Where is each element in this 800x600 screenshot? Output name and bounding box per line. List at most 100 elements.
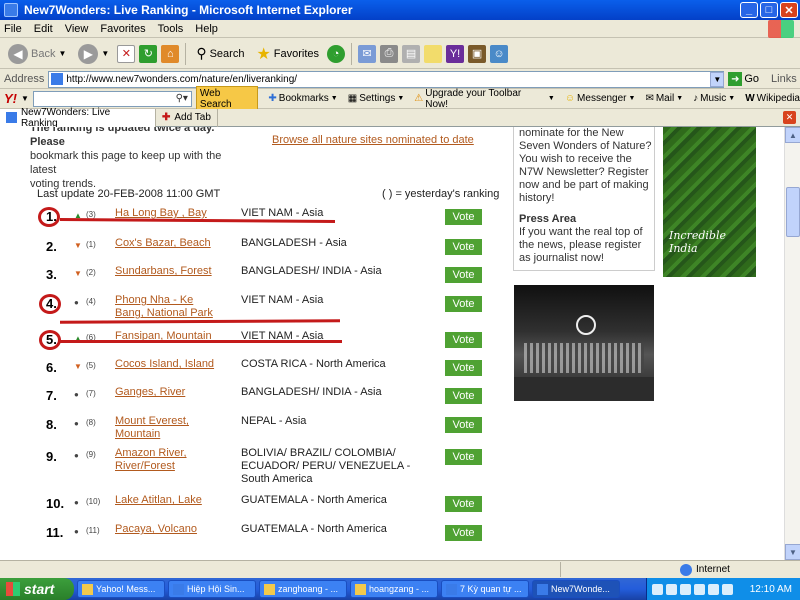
vote-button[interactable]: Vote <box>445 417 482 433</box>
menu-help[interactable]: Help <box>195 23 218 35</box>
settings-button[interactable]: ▦ Settings ▼ <box>348 93 405 104</box>
vote-button[interactable]: Vote <box>445 360 482 376</box>
vote-button[interactable]: Vote <box>445 267 482 283</box>
scroll-up-icon[interactable]: ▲ <box>785 127 800 143</box>
site-link[interactable]: Cox's Bazar, Beach <box>115 237 225 250</box>
mail-dropdown-icon: ▼ <box>676 95 684 102</box>
concert-photo[interactable] <box>514 285 654 401</box>
site-link[interactable]: Phong Nha - Ke Bang, National Park <box>115 294 225 320</box>
start-button[interactable]: start <box>0 578 74 600</box>
vote-button[interactable]: Vote <box>445 332 482 348</box>
history-icon[interactable]: ◔ <box>327 44 346 63</box>
rank-number: 7. <box>46 388 57 403</box>
bookmarks-button[interactable]: ✚ Bookmarks ▼ <box>268 93 337 104</box>
incredible-india-ad[interactable]: Incredible India <box>663 127 756 277</box>
scroll-down-icon[interactable]: ▼ <box>785 544 800 560</box>
favorites-button[interactable]: ★ Favorites <box>252 42 323 66</box>
scroll-thumb[interactable] <box>786 187 800 237</box>
vote-button[interactable]: Vote <box>445 239 482 255</box>
task-browser[interactable]: Hiệp Hội Sin... <box>168 580 256 598</box>
task-browser[interactable]: zanghoang - ... <box>259 580 347 598</box>
tray-icon[interactable] <box>666 583 677 595</box>
messenger-button[interactable]: ☺ Messenger ▼ <box>565 93 636 104</box>
task-browser[interactable]: 7 Kỳ quan tự ... <box>441 580 529 598</box>
vote-button[interactable]: Vote <box>445 496 482 512</box>
task-yahoo-messenger[interactable]: Yahoo! Mess... <box>77 580 165 598</box>
music-button[interactable]: ♪ Music ▼ <box>693 93 735 104</box>
vertical-scrollbar[interactable]: ▲ ▼ <box>784 127 800 560</box>
print-icon[interactable]: ⎙ <box>380 44 399 63</box>
mail-button[interactable]: ✉ Mail ▼ <box>645 93 683 104</box>
vote-button[interactable]: Vote <box>445 296 482 312</box>
mail-icon: ✉ <box>645 93 654 104</box>
edit-icon[interactable]: ▤ <box>402 44 421 63</box>
vote-button[interactable]: Vote <box>445 525 482 541</box>
upgrade-toolbar-button[interactable]: ⚠ Upgrade your Toolbar Now! ▼ <box>414 88 555 110</box>
yahoo-messenger-icon[interactable]: Y! <box>446 44 465 63</box>
vote-button[interactable]: Vote <box>445 388 482 404</box>
home-icon[interactable]: ⌂ <box>161 44 180 63</box>
site-link[interactable]: Cocos Island, Island <box>115 358 225 371</box>
refresh-icon[interactable]: ↻ <box>139 44 158 63</box>
wikipedia-button[interactable]: W Wikipedia <box>745 93 800 104</box>
task-label: hoangzang - ... <box>369 584 430 594</box>
tab-live-ranking[interactable]: New7Wonders: Live Ranking <box>0 107 156 129</box>
tray-icon[interactable] <box>680 583 691 595</box>
address-dropdown-icon[interactable]: ▼ <box>710 71 725 87</box>
browse-nature-sites-link[interactable]: Browse all nature sites nominated to dat… <box>272 134 474 146</box>
menu-tools[interactable]: Tools <box>158 23 184 35</box>
bookmarks-dropdown-icon: ▼ <box>330 95 338 102</box>
site-link[interactable]: Ganges, River <box>115 386 225 399</box>
tray-icon[interactable] <box>652 583 663 595</box>
tray-icon[interactable] <box>722 583 733 595</box>
maximize-button[interactable]: □ <box>760 2 778 18</box>
forward-dropdown-icon[interactable]: ▼ <box>101 49 109 58</box>
clock[interactable]: 12:10 AM <box>750 584 792 595</box>
tray-icon[interactable] <box>708 583 719 595</box>
yahoo-logo[interactable]: Y! <box>4 91 17 106</box>
tray-icon[interactable] <box>694 583 705 595</box>
task-new7wonders[interactable]: New7Wonde... <box>532 580 620 598</box>
site-link[interactable]: Sundarbans, Forest <box>115 265 225 278</box>
yahoo-search-input[interactable]: ⚲▾ <box>32 90 192 107</box>
address-input[interactable]: http://www.new7wonders.com/nature/en/liv… <box>48 70 725 88</box>
ad-caption: Incredible India <box>669 229 726 255</box>
yahoo-dropdown-icon[interactable]: ▼ <box>21 94 29 103</box>
messenger-icon[interactable]: ☺ <box>490 44 509 63</box>
search-button[interactable]: ⚲ Search <box>192 42 248 66</box>
menu-file[interactable]: File <box>4 23 22 35</box>
back-dropdown-icon[interactable]: ▼ <box>58 49 66 58</box>
discuss-icon[interactable] <box>424 44 443 63</box>
menu-edit[interactable]: Edit <box>34 23 53 35</box>
title-bar: New7Wonders: Live Ranking - Microsoft In… <box>0 0 800 20</box>
menu-favorites[interactable]: Favorites <box>100 23 145 35</box>
trend-same-icon: ● <box>74 298 79 307</box>
site-link[interactable]: Mount Everest, Mountain <box>115 415 225 441</box>
menu-view[interactable]: View <box>65 23 89 35</box>
add-tab-button[interactable]: ✚ Add Tab <box>156 108 218 127</box>
intro-text: The ranking is updated twice a day. Plea… <box>30 127 250 191</box>
task-label: New7Wonde... <box>551 584 610 594</box>
trend-same-icon: ● <box>74 451 79 460</box>
page-content: The ranking is updated twice a day. Plea… <box>0 127 784 560</box>
site-link[interactable]: Lake Atitlan, Lake <box>115 494 225 507</box>
mail-icon[interactable]: ✉ <box>358 44 377 63</box>
back-button[interactable]: ◀ Back ▼ <box>4 42 70 66</box>
add-tab-label: Add Tab <box>174 112 211 123</box>
links-button[interactable]: Links <box>771 73 797 85</box>
photo-stage <box>524 343 644 373</box>
toolbar-separator <box>351 42 353 65</box>
vote-button[interactable]: Vote <box>445 209 482 225</box>
research-icon[interactable]: ▣ <box>468 44 487 63</box>
forward-button[interactable]: ▶ ▼ <box>74 42 113 66</box>
close-button[interactable]: ✕ <box>780 2 798 18</box>
vote-button[interactable]: Vote <box>445 449 482 465</box>
go-button[interactable]: ➜ Go <box>728 72 759 86</box>
close-tab-icon[interactable]: ✕ <box>783 111 796 124</box>
minimize-button[interactable]: _ <box>740 2 758 18</box>
site-link[interactable]: Amazon River, River/Forest <box>115 447 225 473</box>
task-browser[interactable]: hoangzang - ... <box>350 580 438 598</box>
stop-icon[interactable]: ✕ <box>117 44 136 63</box>
site-link[interactable]: Pacaya, Volcano <box>115 523 225 536</box>
site-country: VIET NAM - Asia <box>241 207 324 219</box>
